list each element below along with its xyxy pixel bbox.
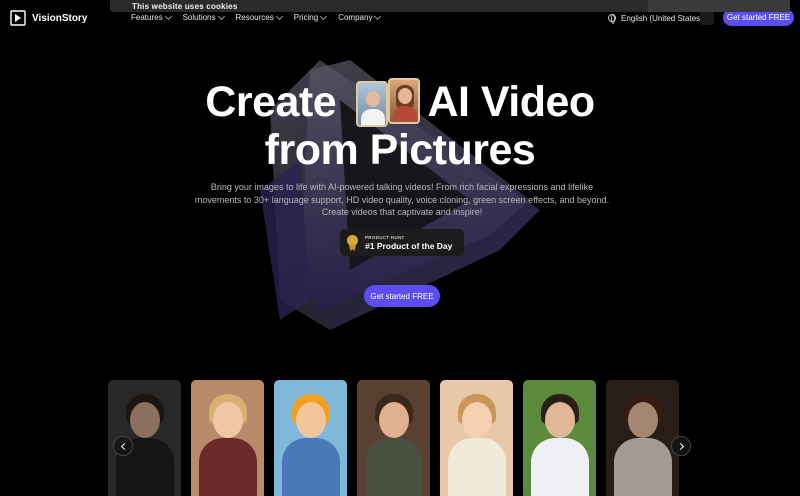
- avatar-face: [130, 402, 160, 438]
- chevron-right-icon: [676, 442, 684, 450]
- brand-logo[interactable]: VisionStory: [10, 10, 87, 26]
- avatar-video-carousel: [0, 376, 800, 496]
- hero-title-create: Create: [205, 78, 337, 126]
- avatar-body: [531, 438, 589, 496]
- portrait-face: [398, 88, 412, 104]
- menu-pricing[interactable]: Pricing: [293, 12, 328, 22]
- chevron-down-icon: [275, 12, 283, 20]
- language-selector[interactable]: English (United States): [608, 11, 714, 25]
- chevron-left-icon: [120, 442, 128, 450]
- chevron-down-icon: [320, 12, 328, 20]
- visionstory-logo-icon: [10, 10, 26, 26]
- hero-portrait-thumbnails: [356, 78, 420, 128]
- portrait-face: [366, 91, 380, 107]
- menu-label: Resources: [235, 13, 274, 22]
- carousel-prev-button[interactable]: [113, 436, 133, 456]
- avatar-body: [365, 438, 423, 496]
- badge-caption: PRODUCT HUNT: [365, 235, 405, 240]
- hero-title-ai-video: AI Video: [427, 78, 595, 126]
- avatar-body: [614, 438, 672, 496]
- avatar-body: [448, 438, 506, 496]
- avatar-face: [379, 402, 409, 438]
- menu-resources[interactable]: Resources: [235, 12, 283, 22]
- carousel-next-button[interactable]: [671, 436, 691, 456]
- menu-label: Solutions: [182, 13, 216, 22]
- menu-label: Features: [131, 13, 163, 22]
- carousel-card-cartoon-girl-helmet[interactable]: [274, 380, 347, 496]
- avatar-face: [462, 402, 492, 438]
- menu-label: Company: [338, 13, 373, 22]
- carousel-card-blonde-woman[interactable]: [191, 380, 264, 496]
- carousel-card-man-suit[interactable]: [523, 380, 596, 496]
- cookie-banner-action-area[interactable]: [648, 0, 790, 12]
- menu-label: Pricing: [293, 13, 319, 22]
- globe-icon: [608, 14, 616, 24]
- avatar-face: [213, 402, 243, 438]
- language-dropdown-toggle[interactable]: [700, 11, 714, 25]
- product-hunt-badge[interactable]: PRODUCT HUNT #1 Product of the Day: [340, 229, 464, 256]
- avatar-face: [628, 402, 658, 438]
- medal-icon: [347, 235, 358, 246]
- hero-subtitle: Bring your images to life with AI-powere…: [194, 182, 610, 217]
- hero-title-line-2: from Pictures: [264, 126, 536, 174]
- carousel-card-woman-vintage[interactable]: [606, 380, 679, 496]
- cookie-banner: This website uses cookies: [110, 0, 790, 12]
- main-menu: Features Solutions Resources Pricing Com…: [131, 12, 382, 22]
- avatar-body: [282, 438, 340, 496]
- brand-name: VisionStory: [32, 12, 88, 24]
- get-started-button-hero[interactable]: Get started FREE: [364, 285, 440, 307]
- avatar-body: [199, 438, 257, 496]
- cookie-banner-text: This website uses cookies: [132, 2, 238, 11]
- carousel-card-woman-white-dress[interactable]: [440, 380, 513, 496]
- portrait-body: [361, 109, 385, 125]
- avatar-face: [545, 402, 575, 438]
- menu-company[interactable]: Company: [338, 12, 382, 22]
- portrait-thumbnail-man: [356, 81, 388, 127]
- badge-title: #1 Product of the Day: [365, 241, 453, 251]
- chevron-down-icon: [374, 12, 382, 20]
- menu-solutions[interactable]: Solutions: [182, 12, 225, 22]
- chevron-down-icon: [164, 12, 172, 20]
- menu-features[interactable]: Features: [131, 12, 172, 22]
- carousel-card-man-curly-glasses[interactable]: [357, 380, 430, 496]
- language-label: English (United States): [621, 13, 703, 23]
- portrait-thumbnail-woman: [388, 78, 420, 124]
- portrait-body: [393, 106, 417, 122]
- avatar-face: [296, 402, 326, 438]
- chevron-down-icon: [217, 12, 225, 20]
